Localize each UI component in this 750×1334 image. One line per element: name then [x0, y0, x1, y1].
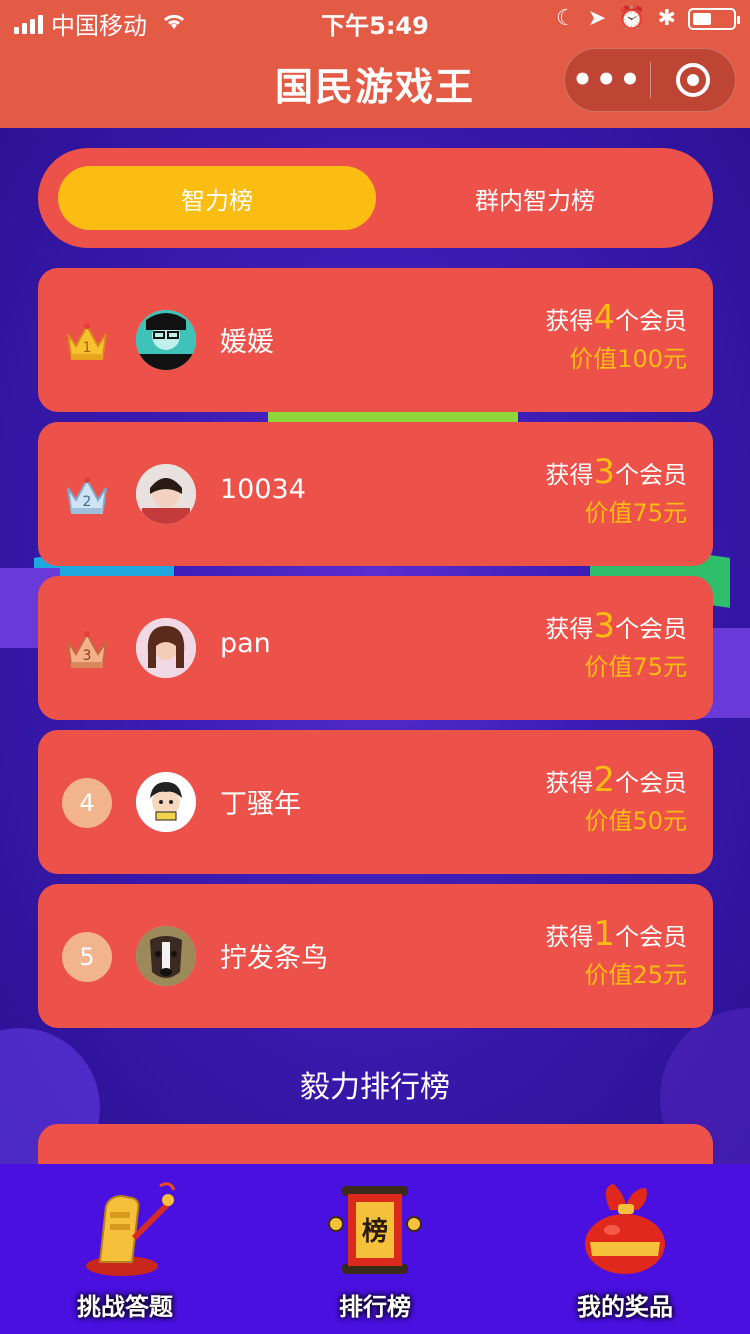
reward-value: 价值75元 — [584, 653, 687, 681]
bottom-nav: 挑战答题 榜 排行榜 我的奖品 — [0, 1164, 750, 1334]
reward-count: 4 — [593, 298, 615, 338]
more-dots-icon[interactable]: ••• — [565, 60, 650, 100]
rank-card[interactable]: 4 丁骚年 获得2个会员 价值50元 — [38, 730, 713, 874]
username: 拧发条鸟 — [220, 943, 328, 974]
target-icon — [675, 63, 710, 97]
reward-count: 3 — [593, 452, 615, 492]
rank-card[interactable]: 3 pan 获得3个会员 价值75元 — [38, 576, 713, 720]
rank-card[interactable] — [38, 1124, 713, 1164]
username: 10034 — [220, 474, 306, 505]
nav-label: 挑战答题 — [77, 1293, 173, 1321]
nav-prizes[interactable]: 我的奖品 — [500, 1164, 750, 1334]
nav-challenge[interactable]: 挑战答题 — [0, 1164, 250, 1334]
reward-prefix: 获得 — [545, 769, 594, 797]
nav-label: 我的奖品 — [577, 1293, 673, 1321]
tab-iq-ranking[interactable]: 智力榜 — [58, 166, 376, 230]
battery-icon — [688, 7, 740, 30]
ranking-scroll-text: 榜 — [362, 1216, 388, 1247]
reward-info: 获得4个会员 价值100元 — [545, 298, 687, 377]
bronze-crown-icon: 3 — [62, 624, 112, 674]
silver-crown-icon: 2 — [62, 470, 112, 520]
username: pan — [220, 628, 271, 659]
rank-card[interactable]: 1 媛媛 获得4个会员 价值100元 — [38, 268, 713, 412]
reward-count-line: 获得3个会员 — [545, 606, 687, 649]
svg-text:2: 2 — [83, 494, 92, 510]
reward-count: 2 — [593, 760, 615, 800]
alarm-icon: ⏰ — [618, 6, 646, 31]
reward-value: 价值25元 — [584, 961, 687, 989]
reward-value: 价值100元 — [569, 345, 687, 373]
reward-prefix: 获得 — [545, 307, 594, 335]
reward-prefix: 获得 — [545, 461, 594, 489]
reward-suffix: 个会员 — [615, 307, 687, 335]
avatar — [136, 772, 196, 832]
moon-icon: ☾ — [555, 6, 576, 31]
reward-count-line: 获得2个会员 — [545, 760, 687, 803]
rank-number-badge: 4 — [62, 778, 112, 828]
reward-info: 获得3个会员 价值75元 — [545, 452, 687, 531]
avatar — [136, 310, 196, 370]
prize-bag-icon — [570, 1176, 680, 1286]
avatar — [136, 926, 196, 986]
rank-card[interactable]: 2 10034 获得3个会员 价值75元 — [38, 422, 713, 566]
status-right: ☾ ➤ ⏰ ✱ — [555, 6, 740, 31]
rank-number-badge: 5 — [62, 932, 112, 982]
section-title: 毅力排行榜 — [300, 1070, 450, 1105]
reward-value: 价值75元 — [584, 499, 687, 527]
reward-suffix: 个会员 — [615, 615, 687, 643]
ranking-scroll-icon: 榜 — [320, 1176, 430, 1286]
nav-ranking[interactable]: 榜 排行榜 — [250, 1164, 500, 1334]
username: 丁骚年 — [220, 789, 301, 820]
ranking-tabs: 智力榜 群内智力榜 — [38, 148, 713, 248]
reward-count: 3 — [593, 606, 615, 646]
reward-count-line: 获得1个会员 — [545, 914, 687, 957]
reward-info: 获得1个会员 价值25元 — [545, 914, 687, 993]
rank-number: 5 — [62, 932, 112, 982]
location-icon: ➤ — [587, 6, 607, 31]
bluetooth-icon: ✱ — [657, 6, 676, 31]
avatar — [136, 464, 196, 524]
capsule-menu: ••• — [564, 48, 736, 112]
header-bar: 中国移动 下午5:49 ☾ ➤ ⏰ ✱ 国民游戏王 ••• — [0, 0, 750, 128]
status-bar: 中国移动 下午5:49 ☾ ➤ ⏰ ✱ — [0, 0, 750, 40]
close-button[interactable] — [651, 63, 736, 97]
reward-suffix: 个会员 — [615, 923, 687, 951]
username: 媛媛 — [220, 327, 274, 358]
rank-card[interactable]: 5 拧发条鸟 获得1个会员 价值25元 — [38, 884, 713, 1028]
nav-label: 排行榜 — [339, 1293, 411, 1321]
reward-count: 1 — [593, 914, 615, 954]
reward-suffix: 个会员 — [615, 461, 687, 489]
reward-count-line: 获得4个会员 — [545, 298, 687, 341]
reward-suffix: 个会员 — [615, 769, 687, 797]
reward-prefix: 获得 — [545, 615, 594, 643]
svg-text:3: 3 — [83, 648, 92, 664]
rank-number: 4 — [62, 778, 112, 828]
reward-count-line: 获得3个会员 — [545, 452, 687, 495]
gold-crown-icon: 1 — [62, 316, 112, 366]
reward-info: 获得2个会员 价值50元 — [545, 760, 687, 839]
svg-text:1: 1 — [83, 340, 92, 356]
challenge-icon — [70, 1176, 180, 1286]
avatar — [136, 618, 196, 678]
reward-prefix: 获得 — [545, 923, 594, 951]
tab-group-iq-ranking[interactable]: 群内智力榜 — [376, 166, 694, 230]
reward-info: 获得3个会员 价值75元 — [545, 606, 687, 685]
reward-value: 价值50元 — [584, 807, 687, 835]
